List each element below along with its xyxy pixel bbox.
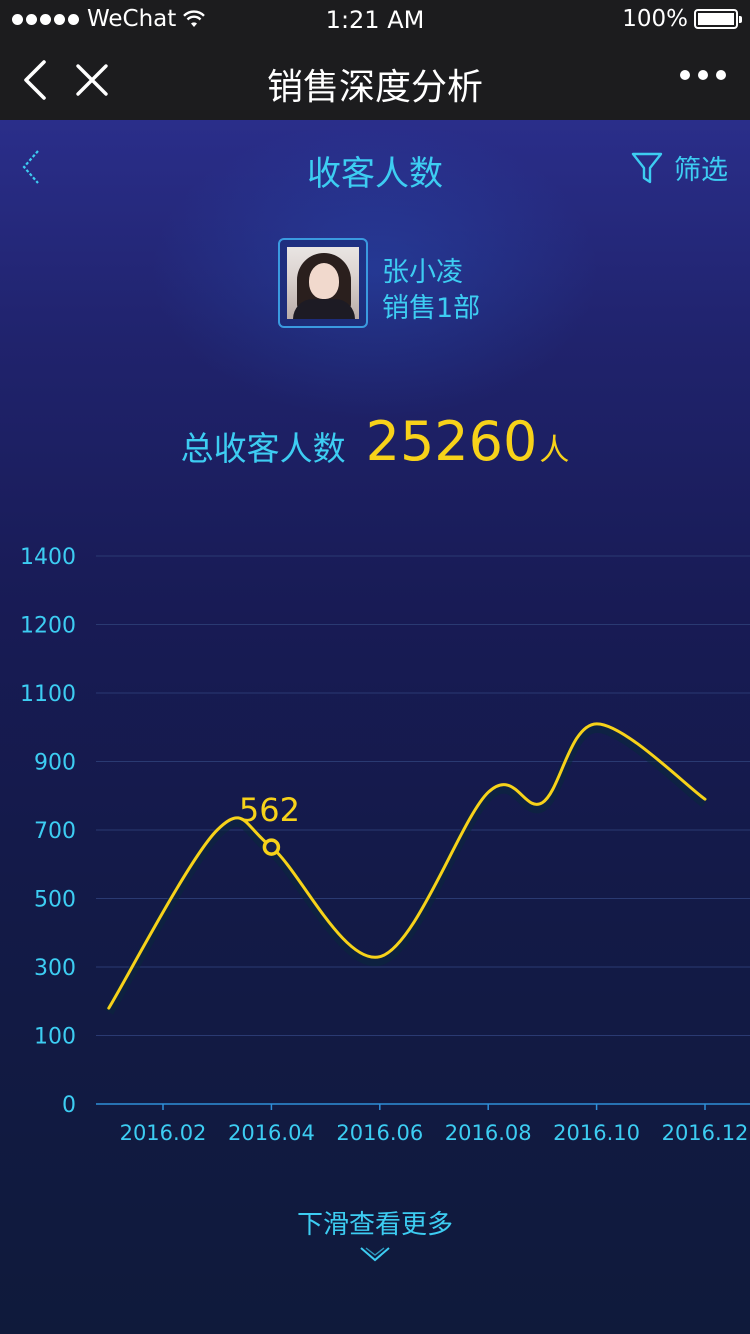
y-tick-label: 700 bbox=[34, 819, 76, 844]
x-tick-label: 2016.04 bbox=[228, 1121, 315, 1145]
y-tick-label: 1400 bbox=[20, 545, 76, 570]
highlight-point bbox=[262, 838, 281, 856]
scroll-hint: 下滑查看更多 bbox=[296, 1210, 453, 1240]
filter-button[interactable]: 筛选 bbox=[630, 148, 728, 187]
highlight-label: 562 bbox=[239, 791, 300, 829]
chevron-down-icon[interactable] bbox=[358, 1244, 392, 1264]
battery-icon bbox=[694, 9, 742, 29]
total-value: 25260 bbox=[365, 410, 538, 473]
series-line-shadow bbox=[104, 722, 708, 1015]
filter-label: 筛选 bbox=[674, 155, 728, 186]
customer-count-chart: 1400 1200 1100 900 700 500 300 100 0 2016.02 2016.… bbox=[0, 540, 750, 1160]
battery-percentage: 100% bbox=[622, 6, 688, 32]
y-tick-label: 1100 bbox=[20, 682, 76, 707]
y-tick-label: 300 bbox=[34, 956, 76, 981]
y-tick-label: 900 bbox=[34, 751, 76, 776]
profile-name: 张小凌 bbox=[382, 257, 463, 288]
profile-department: 销售1部 bbox=[382, 293, 481, 324]
y-tick-label: 500 bbox=[34, 888, 76, 913]
y-tick-label: 0 bbox=[62, 1093, 76, 1118]
wechat-nav-bar: 销售深度分析 bbox=[0, 40, 750, 120]
total-unit: 人 bbox=[539, 433, 570, 468]
more-options-icon[interactable] bbox=[680, 70, 726, 80]
status-bar: WeChat 1:21 AM 100% bbox=[0, 0, 750, 40]
avatar bbox=[287, 247, 359, 319]
y-tick-label: 1200 bbox=[20, 614, 76, 639]
main-content: 收客人数 筛选 张小凌 销售1部 总收客人数 25260 人 1400 1200 1… bbox=[0, 120, 750, 1334]
x-tick-label: 2016.12 bbox=[662, 1121, 749, 1145]
y-tick-label: 100 bbox=[34, 1025, 76, 1050]
status-right: 100% bbox=[622, 6, 742, 32]
avatar-frame bbox=[278, 238, 368, 328]
x-tick-label: 2016.06 bbox=[336, 1121, 423, 1145]
x-tick-label: 2016.02 bbox=[120, 1121, 207, 1145]
wechat-page-title: 销售深度分析 bbox=[266, 67, 483, 108]
total-summary: 总收客人数 25260 人 bbox=[0, 410, 750, 473]
x-tick-label: 2016.10 bbox=[553, 1121, 640, 1145]
total-label: 总收客人数 bbox=[180, 429, 346, 468]
x-tick-label: 2016.08 bbox=[445, 1121, 532, 1145]
filter-funnel-icon bbox=[631, 152, 663, 183]
line-chart-svg: 1400 1200 1100 900 700 500 300 100 0 2016.02 2016.… bbox=[20, 545, 750, 1145]
